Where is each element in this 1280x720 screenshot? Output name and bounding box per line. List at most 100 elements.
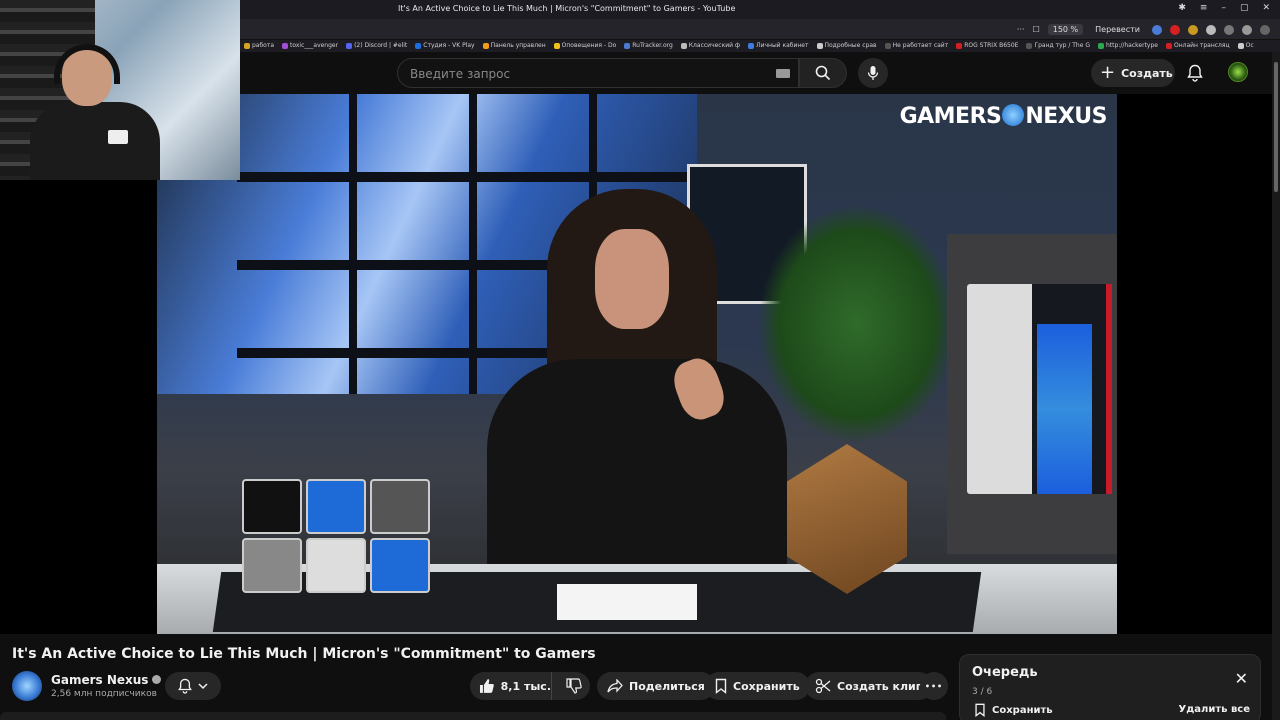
video-frame[interactable]: GAMERS NEXUS bbox=[157, 94, 1117, 634]
queue-count: 3 / 6 bbox=[972, 687, 993, 697]
more-icon: ••• bbox=[924, 681, 944, 691]
cube bbox=[242, 538, 302, 593]
share-label: Поделиться bbox=[629, 679, 705, 693]
bookmark-icon[interactable]: ☐ bbox=[1033, 25, 1040, 34]
subscription-notify-button[interactable] bbox=[165, 672, 221, 700]
more-dots-icon[interactable]: ··· bbox=[1017, 25, 1025, 34]
voice-search-button[interactable] bbox=[858, 58, 888, 88]
close-icon[interactable]: ✕ bbox=[1235, 669, 1248, 688]
bookmark-item[interactable]: Гранд тур / The G bbox=[1026, 40, 1090, 52]
titlebar-strip bbox=[240, 0, 1280, 19]
queue-clear-button[interactable]: Удалить все bbox=[1178, 704, 1250, 715]
menu-icon[interactable]: ≡ bbox=[1200, 3, 1208, 13]
share-icon bbox=[607, 679, 623, 693]
extension-icon[interactable] bbox=[1242, 24, 1252, 35]
search-placeholder: Введите запрос bbox=[410, 67, 511, 81]
clip-button[interactable]: Создать клип bbox=[805, 672, 934, 700]
create-label: Создать bbox=[1121, 66, 1173, 80]
bookmark-label: Подробные срав bbox=[824, 42, 877, 49]
subscriber-count: 2,56 млн подписчиков bbox=[51, 689, 157, 699]
extension-icon[interactable] bbox=[1224, 24, 1234, 35]
plus-icon: + bbox=[1100, 62, 1116, 83]
webcam-overlay bbox=[0, 0, 240, 180]
webcam-person bbox=[30, 40, 160, 180]
maximize-button[interactable]: ▢ bbox=[1240, 3, 1249, 13]
window-controls: ✱ ≡ – ▢ ✕ bbox=[1178, 3, 1270, 13]
favicon-icon bbox=[415, 43, 422, 49]
zoom-badge[interactable]: 150 % bbox=[1047, 24, 1084, 35]
extension-icon[interactable] bbox=[1170, 24, 1180, 35]
bookmark-item[interactable]: RuTracker.org bbox=[624, 40, 673, 52]
favicon-icon bbox=[346, 43, 353, 49]
globe-icon bbox=[1002, 104, 1025, 126]
dislike-button[interactable] bbox=[558, 672, 590, 700]
save-button[interactable]: Сохранить bbox=[705, 672, 810, 700]
extension-icon[interactable] bbox=[1188, 24, 1198, 35]
cube bbox=[306, 538, 366, 593]
bookmark-item[interactable]: Подробные срав bbox=[816, 40, 877, 52]
bell-icon bbox=[178, 678, 192, 694]
bookmark-item[interactable]: Ос bbox=[1237, 40, 1254, 52]
thumbs-down-icon bbox=[566, 678, 582, 694]
channel-watermark: GAMERS NEXUS bbox=[900, 104, 1107, 129]
channel-name[interactable]: Gamers Nexus bbox=[51, 673, 148, 687]
window-title: It's An Active Choice to Lie This Much |… bbox=[398, 4, 736, 13]
page-scrollbar[interactable] bbox=[1272, 52, 1280, 720]
favicon-icon bbox=[884, 43, 891, 49]
account-avatar[interactable] bbox=[1228, 62, 1248, 82]
host-face bbox=[595, 229, 669, 329]
bookmark-item[interactable]: Оповещения - Do bbox=[553, 40, 616, 52]
paper-sheet bbox=[557, 584, 697, 620]
bookmark-item[interactable]: toxic___avenger bbox=[282, 40, 338, 52]
search-input[interactable]: Введите запрос bbox=[397, 58, 799, 88]
translate-button[interactable]: Перевести bbox=[1091, 24, 1144, 35]
bookmark-label: toxic___avenger bbox=[290, 42, 339, 49]
more-actions-button[interactable]: ••• bbox=[920, 672, 948, 700]
extension-icon[interactable] bbox=[1206, 24, 1216, 35]
bell-icon bbox=[1187, 64, 1203, 82]
bookmark-item[interactable]: Панель управлен bbox=[482, 40, 546, 52]
bookmark-label: Классический ф bbox=[688, 42, 741, 49]
verified-icon bbox=[152, 675, 162, 684]
favicon-icon bbox=[624, 43, 631, 49]
queue-save-button[interactable]: Сохранить bbox=[974, 703, 1053, 717]
cube bbox=[370, 479, 430, 534]
cube bbox=[370, 538, 430, 593]
bookmark-item[interactable]: http://hackertype bbox=[1097, 40, 1158, 52]
channel-name-row[interactable]: Gamers Nexus bbox=[51, 673, 162, 687]
like-button[interactable]: 8,1 тыс. bbox=[470, 672, 552, 700]
bookmark-item[interactable]: Личный кабинет bbox=[748, 40, 809, 52]
notifications-button[interactable] bbox=[1183, 61, 1207, 85]
bookmark-item[interactable]: Онлайн трансляц bbox=[1165, 40, 1230, 52]
keyboard-icon[interactable] bbox=[776, 69, 790, 78]
create-button[interactable]: + Создать bbox=[1091, 59, 1175, 87]
microphone-icon bbox=[867, 66, 879, 80]
extension-icon[interactable] bbox=[1260, 24, 1270, 35]
bookmark-item[interactable]: работа bbox=[244, 40, 274, 52]
like-count: 8,1 тыс. bbox=[500, 679, 551, 693]
video-title: It's An Active Choice to Lie This Much |… bbox=[12, 646, 596, 662]
bookmark-item[interactable]: Не работает сайт bbox=[884, 40, 949, 52]
bookmark-item[interactable]: (2) Discord | #elit bbox=[346, 40, 407, 52]
description-panel-edge bbox=[0, 712, 946, 720]
minimize-button[interactable]: – bbox=[1221, 3, 1226, 13]
screen: It's An Active Choice to Lie This Much |… bbox=[0, 0, 1280, 720]
bookmark-label: Не работает сайт bbox=[892, 42, 949, 49]
bookmark-label: Панель управлен bbox=[490, 42, 546, 49]
bookmark-item[interactable]: Классический ф bbox=[680, 40, 741, 52]
pin-icon[interactable]: ✱ bbox=[1178, 3, 1186, 13]
save-label: Сохранить bbox=[733, 679, 800, 693]
bookmark-label: работа bbox=[252, 42, 275, 49]
bookmark-label: Ос bbox=[1245, 42, 1254, 49]
scrollbar-thumb[interactable] bbox=[1274, 62, 1278, 192]
channel-avatar[interactable] bbox=[12, 671, 42, 701]
bookmark-item[interactable]: Студия - VK Play bbox=[415, 40, 475, 52]
close-window-button[interactable]: ✕ bbox=[1262, 3, 1270, 13]
cube bbox=[242, 479, 302, 534]
share-button[interactable]: Поделиться bbox=[597, 672, 715, 700]
bookmark-item[interactable]: ROG STRIX B650E bbox=[956, 40, 1018, 52]
watermark-right: NEXUS bbox=[1025, 104, 1107, 129]
search-button[interactable] bbox=[799, 58, 847, 88]
extension-icon[interactable] bbox=[1152, 24, 1162, 35]
video-host bbox=[487, 189, 797, 569]
